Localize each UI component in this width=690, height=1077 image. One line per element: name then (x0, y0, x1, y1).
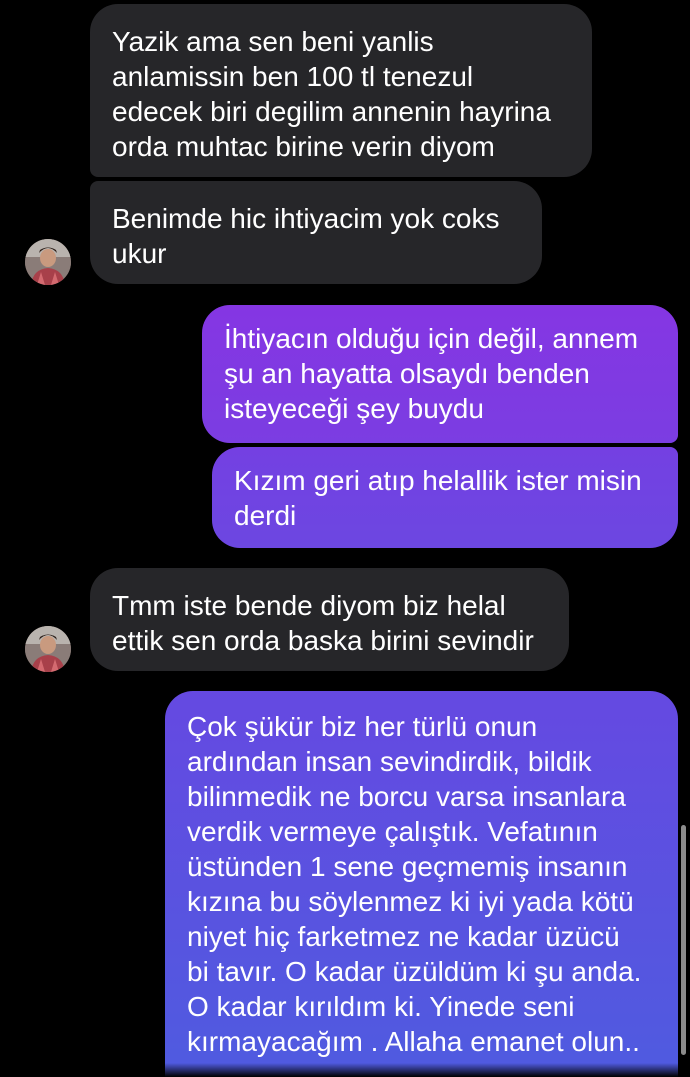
incoming-message[interactable]: Tmm iste bende diyom biz helal ettik sen… (90, 568, 569, 671)
outgoing-message[interactable]: Çok şükür biz her türlü onun ardından in… (165, 691, 678, 1077)
person-photo-icon (25, 626, 71, 672)
outgoing-message[interactable]: İhtiyacın olduğu için değil, annem şu an… (202, 305, 678, 443)
scrollbar-thumb[interactable] (681, 825, 686, 1055)
incoming-message[interactable]: Yazik ama sen beni yanlis anlamissin ben… (90, 4, 592, 177)
contact-avatar[interactable] (25, 626, 71, 672)
incoming-message[interactable]: Benimde hic ihtiyacim yok coks ukur (90, 181, 542, 284)
bottom-fade (0, 1063, 690, 1077)
person-photo-icon (25, 239, 71, 285)
contact-avatar[interactable] (25, 239, 71, 285)
outgoing-message[interactable]: Kızım geri atıp helallik ister misin der… (212, 447, 678, 548)
